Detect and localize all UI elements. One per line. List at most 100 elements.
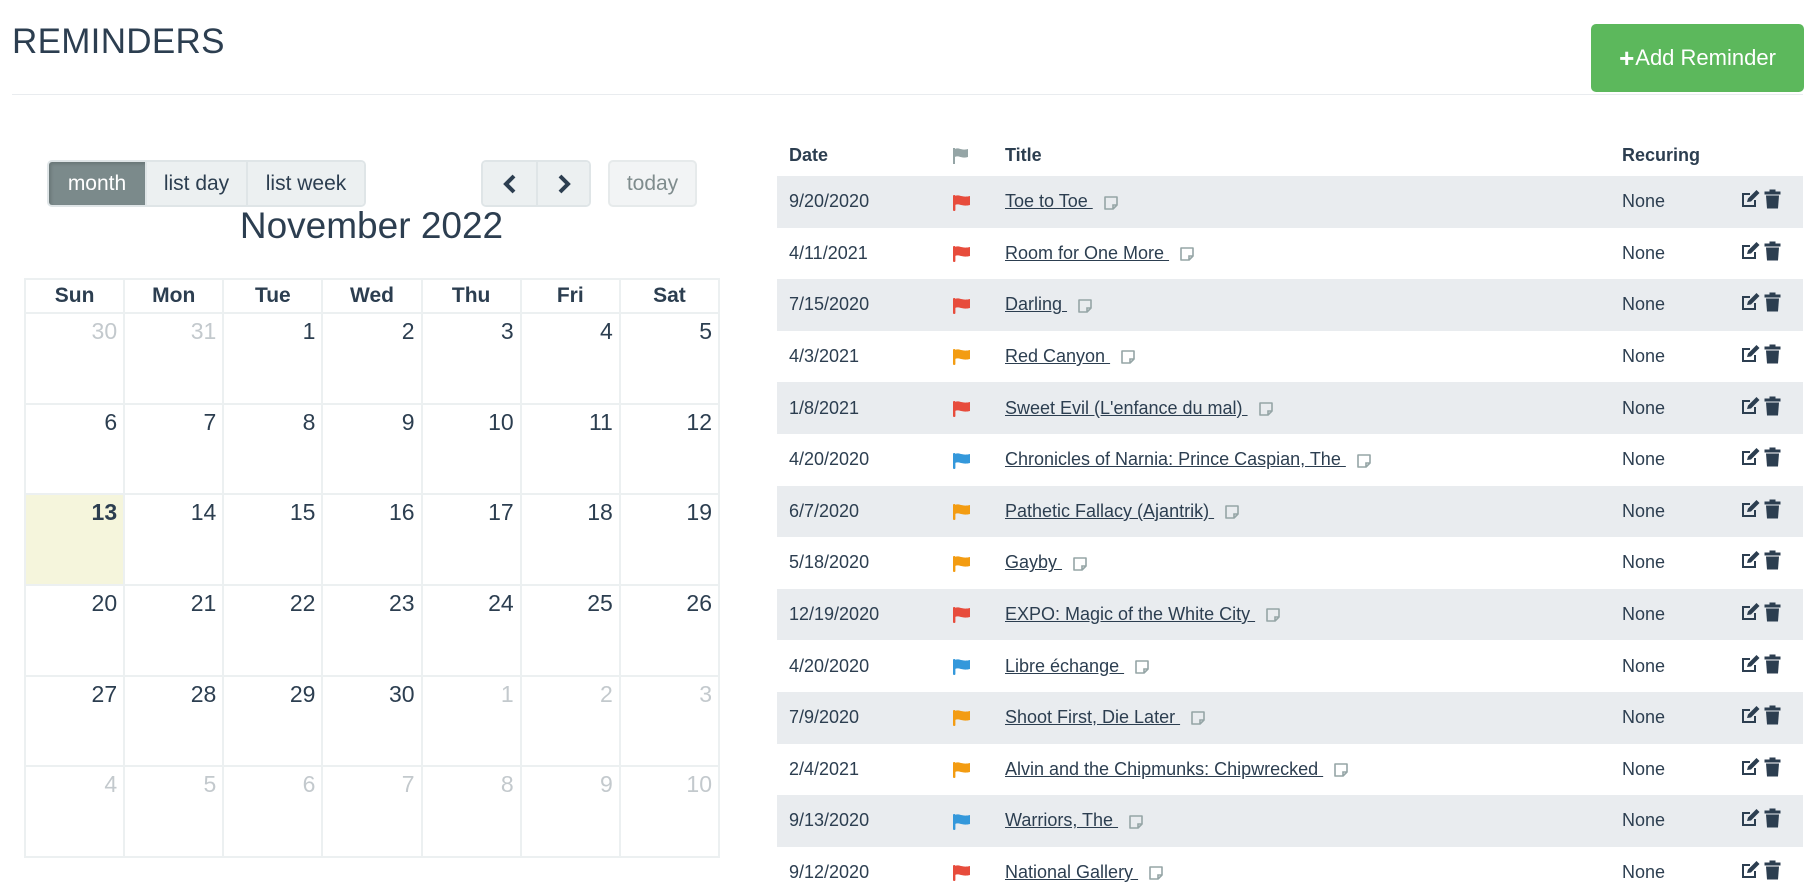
calendar-day[interactable]: 1 bbox=[420, 674, 522, 768]
trash-icon[interactable] bbox=[1764, 241, 1781, 261]
trash-icon[interactable] bbox=[1764, 499, 1781, 519]
calendar-day[interactable]: 29 bbox=[222, 674, 324, 768]
note-icon[interactable] bbox=[1333, 762, 1349, 778]
trash-icon[interactable] bbox=[1764, 757, 1781, 777]
trash-icon[interactable] bbox=[1764, 396, 1781, 416]
calendar-day[interactable]: 17 bbox=[420, 493, 522, 587]
calendar-day[interactable]: 22 bbox=[222, 584, 324, 677]
calendar-day[interactable]: 31 bbox=[123, 312, 225, 405]
next-month-button[interactable] bbox=[536, 162, 589, 205]
calendar-day[interactable]: 24 bbox=[420, 584, 522, 677]
note-icon[interactable] bbox=[1128, 814, 1144, 830]
note-icon[interactable] bbox=[1356, 453, 1372, 469]
calendar-day[interactable]: 14 bbox=[123, 493, 225, 587]
edit-icon[interactable] bbox=[1740, 705, 1761, 725]
calendar-day[interactable]: 9 bbox=[321, 402, 423, 496]
edit-icon[interactable] bbox=[1740, 396, 1761, 416]
trash-icon[interactable] bbox=[1764, 344, 1781, 364]
note-icon[interactable] bbox=[1103, 195, 1119, 211]
reminder-title-link[interactable]: Darling bbox=[1005, 294, 1067, 314]
edit-icon[interactable] bbox=[1740, 447, 1761, 467]
trash-icon[interactable] bbox=[1764, 602, 1781, 622]
calendar-day[interactable]: 4 bbox=[23, 765, 126, 859]
calendar-day[interactable]: 1 bbox=[222, 312, 324, 405]
note-icon[interactable] bbox=[1190, 710, 1206, 726]
calendar-day[interactable]: 8 bbox=[420, 765, 522, 859]
edit-icon[interactable] bbox=[1740, 808, 1761, 828]
calendar-day[interactable]: 2 bbox=[321, 312, 423, 405]
note-icon[interactable] bbox=[1077, 298, 1093, 314]
reminder-title-link[interactable]: Shoot First, Die Later bbox=[1005, 707, 1180, 727]
trash-icon[interactable] bbox=[1764, 705, 1781, 725]
reminder-title-link[interactable]: Gayby bbox=[1005, 552, 1062, 572]
edit-icon[interactable] bbox=[1740, 344, 1761, 364]
reminder-title-link[interactable]: Room for One More bbox=[1005, 243, 1169, 263]
note-icon[interactable] bbox=[1258, 401, 1274, 417]
edit-icon[interactable] bbox=[1740, 602, 1761, 622]
calendar-day[interactable]: 21 bbox=[123, 584, 225, 677]
note-icon[interactable] bbox=[1148, 865, 1164, 881]
edit-icon[interactable] bbox=[1740, 860, 1761, 880]
reminder-title-link[interactable]: Red Canyon bbox=[1005, 346, 1110, 366]
column-header-title[interactable]: Title bbox=[993, 134, 1610, 176]
calendar-day[interactable]: 6 bbox=[222, 765, 324, 859]
trash-icon[interactable] bbox=[1764, 447, 1781, 467]
note-icon[interactable] bbox=[1134, 659, 1150, 675]
reminder-title-link[interactable]: EXPO: Magic of the White City bbox=[1005, 604, 1255, 624]
column-header-date[interactable]: Date bbox=[777, 134, 940, 176]
calendar-day[interactable]: 5 bbox=[618, 312, 721, 405]
calendar-day[interactable]: 19 bbox=[618, 493, 721, 587]
note-icon[interactable] bbox=[1179, 246, 1195, 262]
calendar-day[interactable]: 4 bbox=[519, 312, 621, 405]
trash-icon[interactable] bbox=[1764, 292, 1781, 312]
view-list-day-button[interactable]: list day bbox=[145, 162, 246, 205]
calendar-day[interactable]: 8 bbox=[222, 402, 324, 496]
edit-icon[interactable] bbox=[1740, 241, 1761, 261]
reminder-title-link[interactable]: Pathetic Fallacy (Ajantrik) bbox=[1005, 501, 1214, 521]
reminder-title-link[interactable]: Alvin and the Chipmunks: Chipwrecked bbox=[1005, 759, 1323, 779]
calendar-day[interactable]: 30 bbox=[23, 312, 126, 405]
note-icon[interactable] bbox=[1265, 607, 1281, 623]
calendar-day[interactable]: 9 bbox=[519, 765, 621, 859]
edit-icon[interactable] bbox=[1740, 654, 1761, 674]
note-icon[interactable] bbox=[1224, 504, 1240, 520]
note-icon[interactable] bbox=[1120, 349, 1136, 365]
trash-icon[interactable] bbox=[1764, 550, 1781, 570]
edit-icon[interactable] bbox=[1740, 550, 1761, 570]
calendar-day[interactable]: 6 bbox=[23, 402, 126, 496]
calendar-day-today[interactable]: 13 bbox=[23, 493, 126, 587]
reminder-title-link[interactable]: Warriors, The bbox=[1005, 810, 1118, 830]
calendar-day[interactable]: 11 bbox=[519, 402, 621, 496]
calendar-day[interactable]: 10 bbox=[420, 402, 522, 496]
reminder-title-link[interactable]: Toe to Toe bbox=[1005, 191, 1093, 211]
calendar-day[interactable]: 7 bbox=[321, 765, 423, 859]
reminder-title-link[interactable]: Chronicles of Narnia: Prince Caspian, Th… bbox=[1005, 449, 1346, 469]
column-header-recurring[interactable]: Recuring bbox=[1610, 134, 1728, 176]
calendar-day[interactable]: 27 bbox=[23, 674, 126, 768]
calendar-day[interactable]: 5 bbox=[123, 765, 225, 859]
calendar-day[interactable]: 18 bbox=[519, 493, 621, 587]
calendar-day[interactable]: 12 bbox=[618, 402, 721, 496]
calendar-day[interactable]: 28 bbox=[123, 674, 225, 768]
view-month-button[interactable]: month bbox=[49, 162, 145, 205]
trash-icon[interactable] bbox=[1764, 860, 1781, 880]
add-reminder-button[interactable]: + Add Reminder bbox=[1591, 24, 1804, 92]
reminder-title-link[interactable]: National Gallery bbox=[1005, 862, 1138, 882]
edit-icon[interactable] bbox=[1740, 757, 1761, 777]
calendar-day[interactable]: 30 bbox=[321, 674, 423, 768]
edit-icon[interactable] bbox=[1740, 292, 1761, 312]
prev-month-button[interactable] bbox=[483, 162, 536, 205]
trash-icon[interactable] bbox=[1764, 654, 1781, 674]
edit-icon[interactable] bbox=[1740, 499, 1761, 519]
note-icon[interactable] bbox=[1072, 556, 1088, 572]
calendar-day[interactable]: 10 bbox=[618, 765, 721, 859]
calendar-day[interactable]: 25 bbox=[519, 584, 621, 677]
view-list-week-button[interactable]: list week bbox=[246, 162, 364, 205]
reminder-title-link[interactable]: Libre échange bbox=[1005, 656, 1124, 676]
column-header-flag[interactable] bbox=[940, 134, 993, 176]
trash-icon[interactable] bbox=[1764, 189, 1781, 209]
calendar-day[interactable]: 16 bbox=[321, 493, 423, 587]
today-button[interactable]: today bbox=[608, 160, 697, 207]
edit-icon[interactable] bbox=[1740, 189, 1761, 209]
calendar-day[interactable]: 20 bbox=[23, 584, 126, 677]
